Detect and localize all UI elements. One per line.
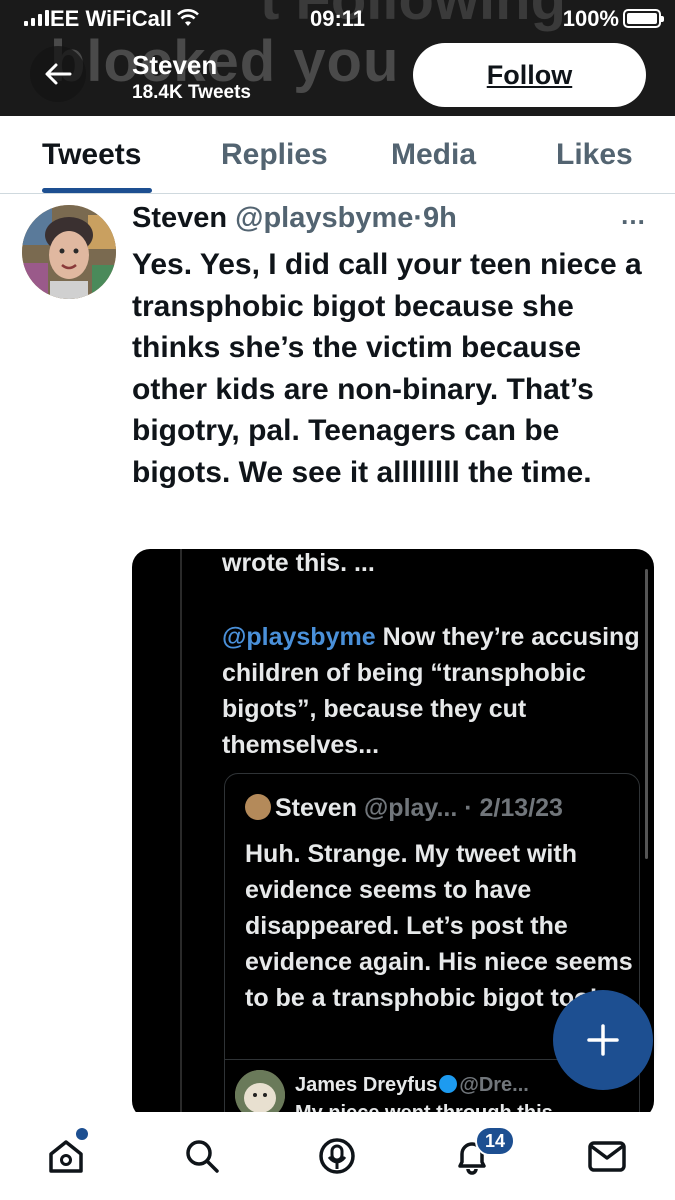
- compose-tweet-button[interactable]: [553, 990, 653, 1090]
- tweet-separator: ·: [413, 202, 424, 234]
- follow-button[interactable]: Follow: [413, 43, 646, 107]
- profile-tabs: Tweets Replies Media Likes: [0, 116, 675, 194]
- avatar[interactable]: [22, 205, 116, 299]
- media-reply-handle: @Dre...: [459, 1074, 529, 1096]
- more-options-icon[interactable]: …: [620, 200, 647, 231]
- battery-icon: [623, 9, 664, 28]
- tweet-text: Yes. Yes, I did call your teen niece a t…: [132, 248, 642, 489]
- tweet-count: 18.4K Tweets: [132, 82, 251, 103]
- home-icon: [49, 1140, 83, 1173]
- tweet-author-name[interactable]: Steven: [132, 202, 227, 234]
- notification-count-badge: 14: [475, 1126, 515, 1156]
- media-top-text: wrote this. ...: [222, 549, 375, 577]
- tweet-author-handle[interactable]: @playsbyme: [235, 202, 413, 234]
- verified-badge-icon: [439, 1075, 458, 1093]
- profile-header-banner: t Following blocked you EE WiFiCall 09:1…: [0, 0, 675, 116]
- home-notification-dot: [76, 1128, 88, 1140]
- messages-icon: [588, 1141, 626, 1172]
- tweet-time[interactable]: 9h: [423, 202, 457, 234]
- media-reply-name: James Dreyfus: [295, 1074, 438, 1096]
- search-icon: [186, 1140, 219, 1173]
- tab-tweets[interactable]: Tweets: [42, 138, 141, 172]
- active-tab-indicator: [42, 188, 152, 193]
- tab-media[interactable]: Media: [391, 138, 476, 172]
- tab-replies[interactable]: Replies: [221, 138, 328, 172]
- back-arrow-icon: [45, 63, 72, 85]
- nav-search[interactable]: [178, 1132, 226, 1180]
- tweet-header: Steven @playsbyme·9h: [132, 202, 457, 235]
- spaces-icon: [319, 1138, 355, 1174]
- thread-line: [180, 549, 182, 1119]
- media-card-avatar: [245, 794, 271, 820]
- profile-name: Steven: [132, 50, 218, 80]
- media-quote-text: @playsbyme Now they’re accusing children…: [222, 619, 642, 763]
- plus-icon: [587, 1024, 619, 1056]
- bottom-navigation: 14: [0, 1112, 675, 1200]
- tab-likes[interactable]: Likes: [556, 138, 633, 172]
- avatar-image: [22, 205, 116, 299]
- media-card-name: Steven: [275, 794, 357, 822]
- status-bar: EE WiFiCall 09:11 100%: [0, 6, 675, 32]
- media-mention: @playsbyme: [222, 623, 376, 651]
- media-card-header: Steven @play... · 2/13/23: [245, 794, 563, 823]
- back-button[interactable]: [30, 46, 86, 102]
- media-reply-header: James Dreyfus @Dre...: [295, 1074, 529, 1097]
- nav-messages[interactable]: [583, 1132, 631, 1180]
- nav-spaces[interactable]: [313, 1132, 361, 1180]
- battery-percent: 100%: [562, 6, 619, 31]
- scrollbar: [645, 569, 648, 859]
- media-card-handle-date: @play... · 2/13/23: [356, 794, 563, 822]
- media-card-text: Huh. Strange. My tweet with evidence see…: [245, 840, 633, 1012]
